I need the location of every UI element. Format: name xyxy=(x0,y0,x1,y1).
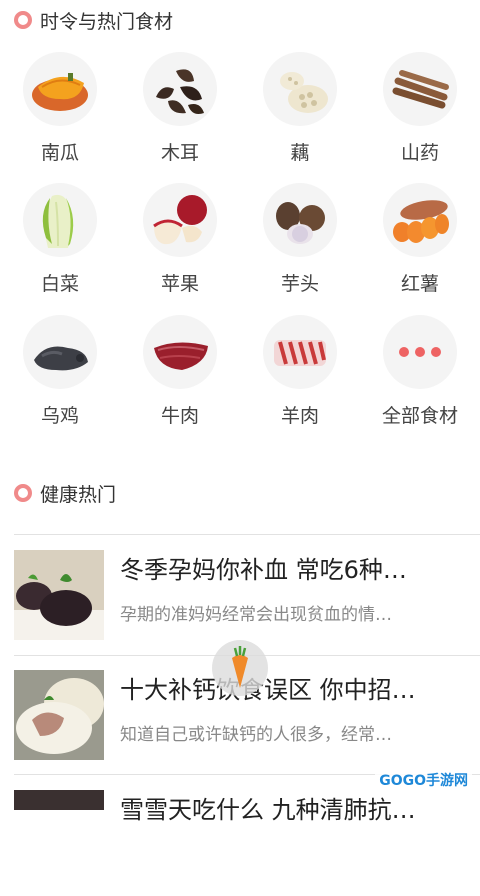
article-title: 雪雪天吃什么 九种清肺抗… xyxy=(120,796,416,824)
section-header-health: 健康热门 xyxy=(14,478,116,508)
article-description: 知道自己或许缺钙的人很多，经常… xyxy=(120,725,392,745)
food-item-mutton[interactable]: 羊肉 xyxy=(240,315,360,435)
more-dot xyxy=(399,347,409,357)
more-dot xyxy=(415,347,425,357)
food-item-lotus-root[interactable]: 藕 xyxy=(240,52,360,172)
apple-icon xyxy=(143,183,217,257)
section-marker-icon xyxy=(14,11,32,29)
article-title: 十大补钙饮食误区 你中招… xyxy=(120,676,416,704)
article-thumbnail xyxy=(14,670,104,760)
article-item[interactable]: 冬季孕妈你补血 常吃6种… 孕期的准妈妈经常会出现贫血的情… xyxy=(14,536,480,656)
article-thumbnail xyxy=(14,790,104,810)
food-item-all[interactable]: 全部食材 xyxy=(360,315,480,435)
sweet-potato-icon xyxy=(383,183,457,257)
food-label: 白菜 xyxy=(40,273,79,295)
food-item-wood-ear[interactable]: 木耳 xyxy=(120,52,240,172)
food-label: 芋头 xyxy=(280,273,319,295)
food-label: 羊肉 xyxy=(280,405,319,427)
food-item-yam[interactable]: 山药 xyxy=(360,52,480,172)
watermark-text: GOGO手游网 xyxy=(379,773,468,789)
food-label: 山药 xyxy=(400,142,439,164)
more-dot xyxy=(431,347,441,357)
section-title: 时令与热门食材 xyxy=(40,10,174,33)
food-item-pumpkin[interactable]: 南瓜 xyxy=(0,52,120,172)
food-label: 木耳 xyxy=(160,142,199,164)
more-icon xyxy=(383,315,457,389)
food-label: 南瓜 xyxy=(40,142,79,164)
section-title: 健康热门 xyxy=(40,483,117,506)
food-item-beef[interactable]: 牛肉 xyxy=(120,315,240,435)
food-label: 红薯 xyxy=(400,273,439,295)
food-item-black-chicken[interactable]: 乌鸡 xyxy=(0,315,120,435)
wood-ear-icon xyxy=(143,52,217,126)
food-item-cabbage[interactable]: 白菜 xyxy=(0,183,120,303)
article-title: 冬季孕妈你补血 常吃6种… xyxy=(120,556,407,584)
food-label: 全部食材 xyxy=(381,405,458,427)
food-label: 乌鸡 xyxy=(40,405,79,427)
yam-icon xyxy=(383,52,457,126)
food-label: 牛肉 xyxy=(160,405,199,427)
food-label: 藕 xyxy=(290,142,310,164)
article-thumbnail xyxy=(14,550,104,640)
taro-icon xyxy=(263,183,337,257)
cabbage-icon xyxy=(23,183,97,257)
divider xyxy=(14,534,480,535)
lotus-root-icon xyxy=(263,52,337,126)
beef-icon xyxy=(143,315,217,389)
carrot-icon xyxy=(232,646,248,688)
section-marker-icon xyxy=(14,484,32,502)
article-description: 孕期的准妈妈经常会出现贫血的情… xyxy=(120,605,392,625)
black-chicken-icon xyxy=(23,315,97,389)
article-item[interactable]: 雪雪天吃什么 九种清肺抗… xyxy=(14,776,480,896)
mutton-icon xyxy=(263,315,337,389)
carrot-float-button[interactable] xyxy=(212,640,268,696)
food-item-taro[interactable]: 芋头 xyxy=(240,183,360,303)
food-item-apple[interactable]: 苹果 xyxy=(120,183,240,303)
food-label: 苹果 xyxy=(160,273,199,295)
watermark-logo: GOGO手游网 xyxy=(375,768,472,792)
pumpkin-icon xyxy=(23,52,97,126)
food-item-sweet-potato[interactable]: 红薯 xyxy=(360,183,480,303)
section-header-seasonal: 时令与热门食材 xyxy=(14,5,173,35)
